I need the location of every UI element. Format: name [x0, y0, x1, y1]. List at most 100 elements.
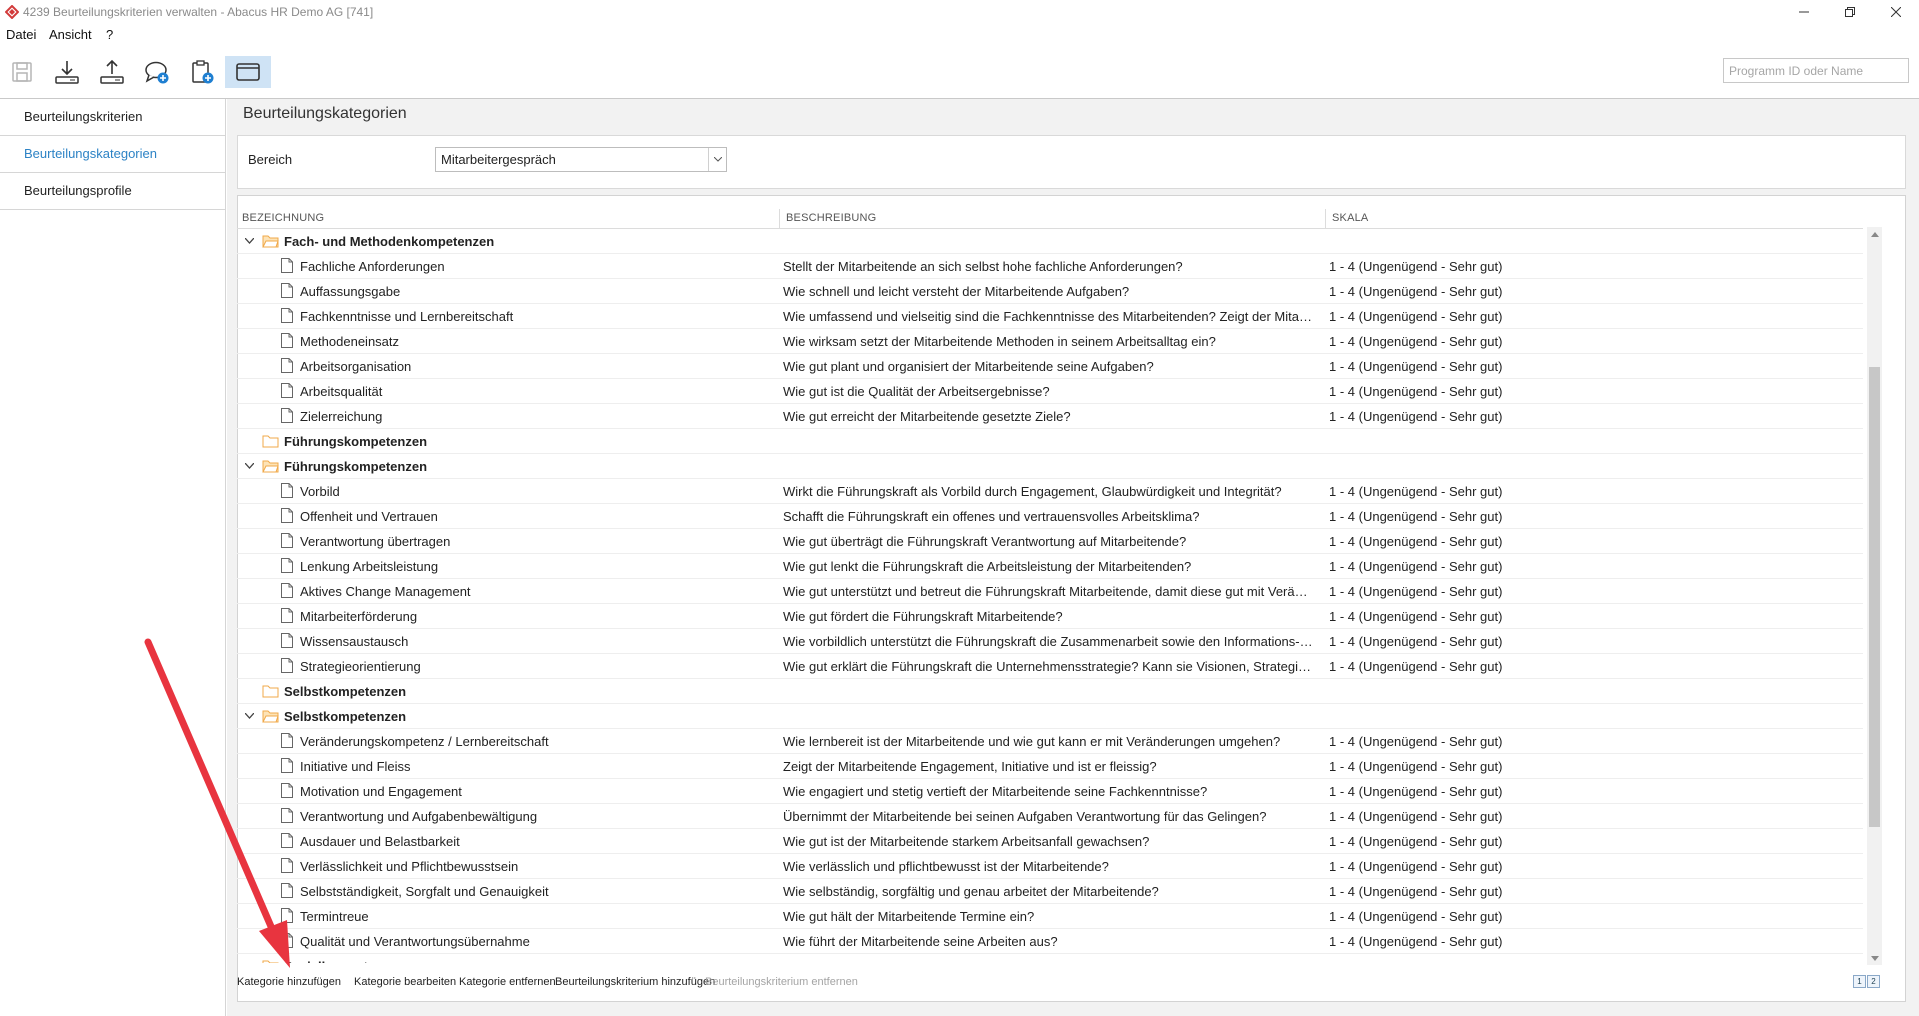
- criterion-scale: 1 - 4 (Ungenügend - Sehr gut): [1329, 384, 1503, 399]
- download-icon[interactable]: [48, 56, 86, 88]
- restore-icon[interactable]: [1827, 0, 1873, 24]
- criterion-scale: 1 - 4 (Ungenügend - Sehr gut): [1329, 584, 1503, 599]
- table-row[interactable]: Wissensaustausch Wie vorbildlich unterstü…: [237, 629, 1863, 654]
- criterion-description: Wie gut plant und organisiert der Mitarb…: [783, 359, 1154, 374]
- scroll-down-icon[interactable]: [1867, 951, 1882, 965]
- add-category-button[interactable]: Kategorie hinzufügen: [237, 976, 341, 988]
- chat-add-icon[interactable]: [138, 56, 176, 88]
- criterion-scale: 1 - 4 (Ungenügend - Sehr gut): [1329, 884, 1503, 899]
- window-icon[interactable]: [225, 56, 271, 88]
- criterion-scale: 1 - 4 (Ungenügend - Sehr gut): [1329, 509, 1503, 524]
- criterion-scale: 1 - 4 (Ungenügend - Sehr gut): [1329, 284, 1503, 299]
- menu-bar: Datei Ansicht ?: [0, 24, 1919, 46]
- menu-ansicht[interactable]: Ansicht: [49, 27, 92, 42]
- category-row[interactable]: Führungskompetenzen: [237, 429, 1863, 454]
- document-icon: [281, 858, 293, 873]
- table-row[interactable]: Lenkung Arbeitsleistung Wie gut lenkt die…: [237, 554, 1863, 579]
- table-row[interactable]: Verantwortung und Aufgabenbewältigung Übe…: [237, 804, 1863, 829]
- table-row[interactable]: Methodeneinsatz Wie wirksam setzt der Mit…: [237, 329, 1863, 354]
- table-row[interactable]: Qualität und Verantwortungsübernahme Wie …: [237, 929, 1863, 954]
- criterion-scale: 1 - 4 (Ungenügend - Sehr gut): [1329, 609, 1503, 624]
- table-row[interactable]: Strategieorientierung Wie gut erklärt die…: [237, 654, 1863, 679]
- minimize-icon[interactable]: [1781, 0, 1827, 24]
- column-divider[interactable]: [779, 209, 780, 228]
- document-icon: [281, 758, 293, 773]
- upload-icon[interactable]: [93, 56, 131, 88]
- menu-datei[interactable]: Datei: [6, 27, 36, 42]
- document-icon: [281, 558, 293, 573]
- criterion-name: Offenheit und Vertrauen: [300, 509, 438, 524]
- save-icon[interactable]: [3, 56, 41, 88]
- table-row[interactable]: Arbeitsqualität Wie gut ist die Qualität …: [237, 379, 1863, 404]
- category-row[interactable]: Selbstkompetenzen: [237, 679, 1863, 704]
- table-row[interactable]: Fachkenntnisse und Lernbereitschaft Wie u…: [237, 304, 1863, 329]
- document-icon: [281, 508, 293, 523]
- chevron-down-icon[interactable]: [245, 238, 254, 244]
- vertical-scrollbar[interactable]: [1867, 227, 1882, 965]
- criterion-scale: 1 - 4 (Ungenügend - Sehr gut): [1329, 759, 1503, 774]
- page-2-button[interactable]: 2: [1867, 975, 1880, 988]
- column-header-skala[interactable]: SKALA: [1332, 212, 1368, 224]
- table-row[interactable]: Vorbild Wirkt die Führungskraft als Vorbi…: [237, 479, 1863, 504]
- document-icon: [281, 933, 293, 948]
- sidebar-item-beurteilungsprofile[interactable]: Beurteilungsprofile: [0, 173, 225, 210]
- criterion-description: Zeigt der Mitarbeitende Engagement, Init…: [783, 759, 1157, 774]
- remove-criterion-button[interactable]: Beurteilungskriterium entfernen: [705, 976, 858, 988]
- criterion-name: Lenkung Arbeitsleistung: [300, 559, 439, 574]
- criterion-description: Wie lernbereit ist der Mitarbeitende und…: [783, 734, 1281, 749]
- criterion-scale: 1 - 4 (Ungenügend - Sehr gut): [1329, 834, 1503, 849]
- chevron-down-icon[interactable]: [245, 463, 254, 469]
- table-row[interactable]: Aktives Change Management Wie gut unterst…: [237, 579, 1863, 604]
- scrollbar-thumb[interactable]: [1869, 367, 1880, 827]
- document-icon: [281, 533, 293, 548]
- document-icon: [281, 358, 293, 373]
- category-row[interactable]: Führungskompetenzen: [237, 454, 1863, 479]
- category-row[interactable]: Selbstkompetenzen: [237, 704, 1863, 729]
- criterion-name: Ausdauer und Belastbarkeit: [300, 834, 460, 849]
- table-row[interactable]: Fachliche Anforderungen Stellt der Mitarb…: [237, 254, 1863, 279]
- category-row[interactable]: Sozialkompetenzen: [237, 954, 1863, 963]
- page-1-button[interactable]: 1: [1853, 975, 1866, 988]
- table-row[interactable]: Termintreue Wie gut hält der Mitarbeitend…: [237, 904, 1863, 929]
- table-row[interactable]: Mitarbeiterförderung Wie gut fördert die …: [237, 604, 1863, 629]
- column-header-beschreibung[interactable]: BESCHREIBUNG: [786, 212, 876, 224]
- chevron-down-icon[interactable]: [245, 713, 254, 719]
- add-criterion-button[interactable]: Beurteilungskriterium hinzufügen: [555, 976, 715, 988]
- criterion-scale: 1 - 4 (Ungenügend - Sehr gut): [1329, 359, 1503, 374]
- criterion-name: Strategieorientierung: [300, 659, 421, 674]
- document-icon: [281, 383, 293, 398]
- document-icon: [281, 908, 293, 923]
- sidebar-item-beurteilungskriterien[interactable]: Beurteilungskriterien: [0, 99, 225, 136]
- table-row[interactable]: Selbstständigkeit, Sorgfalt und Genauigk…: [237, 879, 1863, 904]
- table-row[interactable]: Initiative und Fleiss Zeigt der Mitarbeit…: [237, 754, 1863, 779]
- criterion-description: Schafft die Führungskraft ein offenes un…: [783, 509, 1200, 524]
- menu-help[interactable]: ?: [106, 27, 113, 42]
- table-row[interactable]: Verlässlichkeit und Pflichtbewusstsein Wi…: [237, 854, 1863, 879]
- table-row[interactable]: Motivation und Engagement Wie engagiert u…: [237, 779, 1863, 804]
- bereich-select[interactable]: Mitarbeitergespräch: [435, 147, 727, 172]
- table-row[interactable]: Ausdauer und Belastbarkeit Wie gut ist de…: [237, 829, 1863, 854]
- remove-category-button[interactable]: Kategorie entfernen: [459, 976, 556, 988]
- table-row[interactable]: Auffassungsgabe Wie schnell und leicht ve…: [237, 279, 1863, 304]
- table-row[interactable]: Arbeitsorganisation Wie gut plant und org…: [237, 354, 1863, 379]
- table-row[interactable]: Verantwortung übertragen Wie gut überträg…: [237, 529, 1863, 554]
- clipboard-add-icon[interactable]: [183, 56, 221, 88]
- category-name: Fach- und Methodenkompetenzen: [284, 234, 495, 249]
- table-row[interactable]: Veränderungskompetenz / Lernbereitschaft…: [237, 729, 1863, 754]
- criterion-name: Vorbild: [300, 484, 340, 499]
- column-header-bezeichnung[interactable]: BEZEICHNUNG: [242, 212, 324, 224]
- category-row[interactable]: Fach- und Methodenkompetenzen: [237, 229, 1863, 254]
- table-row[interactable]: Zielerreichung Wie gut erreicht der Mitar…: [237, 404, 1863, 429]
- criterion-scale: 1 - 4 (Ungenügend - Sehr gut): [1329, 259, 1503, 274]
- category-name: Selbstkompetenzen: [284, 684, 407, 699]
- document-icon: [281, 308, 293, 323]
- program-search-input[interactable]: [1723, 58, 1909, 83]
- column-divider[interactable]: [1325, 209, 1326, 228]
- criterion-name: Arbeitsqualität: [300, 384, 383, 399]
- close-icon[interactable]: [1873, 0, 1919, 24]
- sidebar-item-beurteilungskategorien[interactable]: Beurteilungskategorien: [0, 136, 225, 173]
- chevron-down-icon[interactable]: [708, 148, 726, 171]
- scroll-up-icon[interactable]: [1867, 227, 1882, 241]
- edit-category-button[interactable]: Kategorie bearbeiten: [354, 976, 456, 988]
- table-row[interactable]: Offenheit und Vertrauen Schafft die Führu…: [237, 504, 1863, 529]
